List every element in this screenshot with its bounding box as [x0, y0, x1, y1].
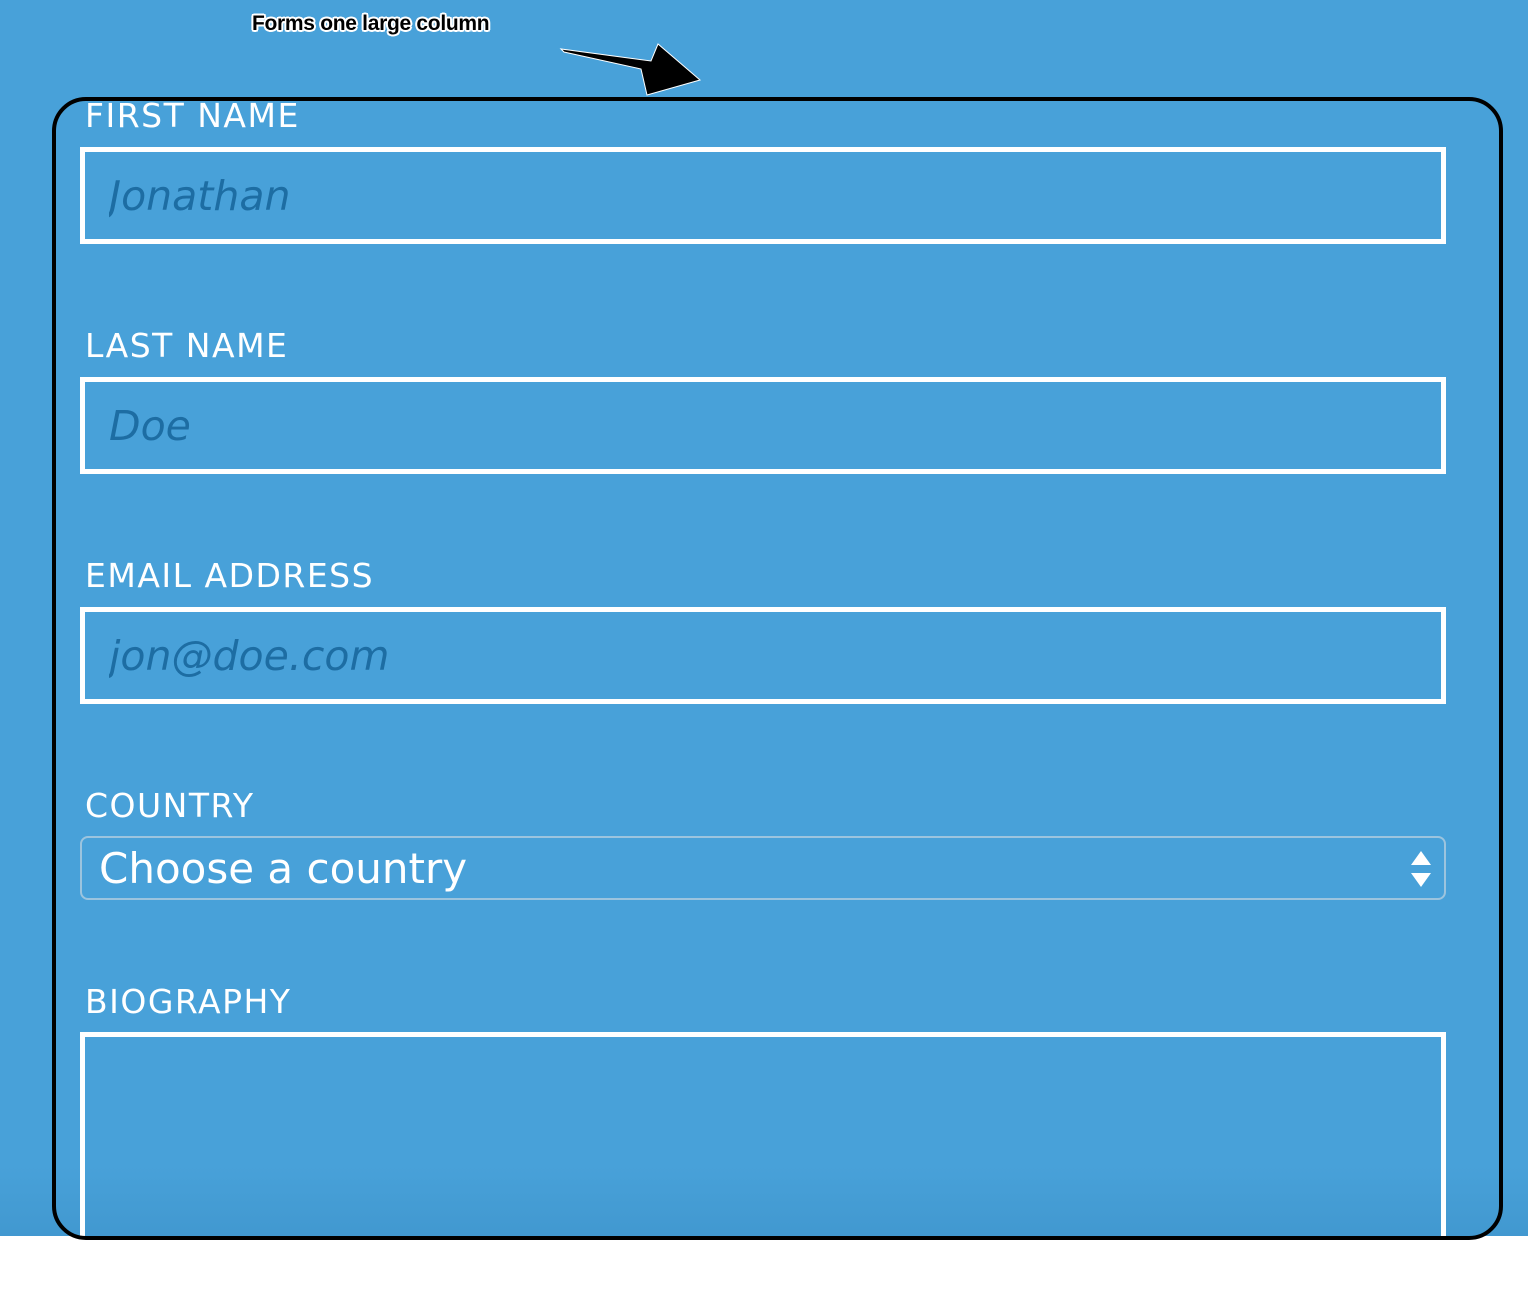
country-select[interactable]: Choose a country [80, 836, 1446, 900]
biography-label: BIOGRAPHY [85, 982, 292, 1021]
first-name-input[interactable] [80, 147, 1446, 244]
country-select-value: Choose a country [99, 844, 468, 893]
last-name-input[interactable] [80, 377, 1446, 474]
annotation-label: Forms one large column [252, 12, 490, 35]
country-label: COUNTRY [85, 786, 255, 825]
email-input[interactable] [80, 607, 1446, 704]
up-down-arrows-icon [1411, 851, 1431, 887]
arrow-icon [559, 43, 702, 96]
last-name-label: LAST NAME [85, 326, 289, 365]
page-bottom-area [0, 1236, 1528, 1290]
first-name-label: FIRST NAME [85, 96, 300, 135]
email-label: EMAIL ADDRESS [85, 556, 375, 595]
